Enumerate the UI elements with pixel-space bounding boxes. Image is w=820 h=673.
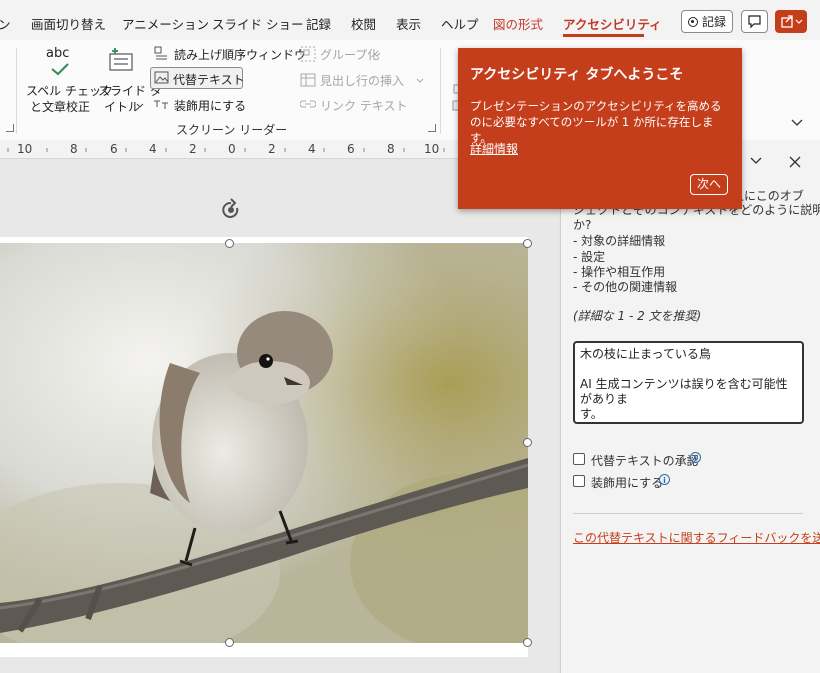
ruler-label: 6 xyxy=(110,142,118,156)
screen-reader-group-label: スクリーン リーダー xyxy=(176,123,288,137)
tab-slideshow[interactable]: スライド ショー xyxy=(212,14,303,33)
tab-view[interactable]: 表示 xyxy=(396,14,421,33)
link-text-button: リンク テキスト xyxy=(300,95,407,115)
reading-order-icon xyxy=(154,46,167,60)
group-label: グループ化 xyxy=(320,48,380,62)
share-button[interactable] xyxy=(775,10,807,33)
tab-picture-format[interactable]: 図の形式 xyxy=(493,14,543,33)
pane-bullet: - その他の関連情報 xyxy=(573,280,678,294)
share-icon xyxy=(781,15,803,28)
next-button[interactable]: 次へ xyxy=(690,174,728,195)
alt-text-label: 代替テキスト xyxy=(173,73,245,87)
slide-title-label-2: イトル xyxy=(104,100,141,114)
header-row-label: 見出し行の挿入 xyxy=(320,74,405,88)
ribbon-separator xyxy=(16,48,17,134)
decorative-button[interactable]: 装飾用にする xyxy=(153,95,253,115)
checkmark-icon xyxy=(51,63,69,76)
ruler-label: 4 xyxy=(308,142,316,156)
spell-check-icon: abc xyxy=(46,46,70,61)
ruler-label: 2 xyxy=(268,142,276,156)
ruler-label: 10 xyxy=(424,142,440,156)
record-button[interactable]: 記録 xyxy=(681,10,733,33)
resize-handle-bottom[interactable] xyxy=(225,638,234,647)
alt-text-icon xyxy=(154,71,169,84)
chevron-down-icon[interactable] xyxy=(750,157,762,165)
ruler-label: 4 xyxy=(149,142,157,156)
spell-check-label-2: と文章校正 xyxy=(30,100,91,114)
group-button: グループ化 xyxy=(300,44,390,64)
ruler-label: 10 xyxy=(17,142,33,156)
alt-text-button[interactable]: 代替テキスト xyxy=(150,67,245,89)
alt-text-value-line-2: AI 生成コンテンツは誤りを含む可能性がありま xyxy=(580,377,788,406)
feedback-link[interactable]: この代替テキストに関するフィードバックを送信する xyxy=(573,529,820,546)
tab-partial[interactable]: ン xyxy=(0,14,11,33)
spell-check-button[interactable]: abc スペル チェック と文章校正 xyxy=(24,44,113,114)
table-header-icon xyxy=(300,73,316,87)
ruler-label: 8 xyxy=(387,142,395,156)
tab-animations[interactable]: アニメーション xyxy=(122,14,209,33)
record-icon xyxy=(688,16,698,27)
active-tab-indicator xyxy=(563,34,644,37)
record-button-label: 記録 xyxy=(702,15,727,29)
slide-title-button[interactable]: スライド タ イトル xyxy=(96,44,162,114)
reading-order-label: 読み上げ順序ウィンドウ xyxy=(174,48,307,62)
slide-title-icon xyxy=(109,48,133,71)
close-icon[interactable] xyxy=(789,156,801,168)
pane-bullet: - 対象の詳細情報 xyxy=(573,234,666,248)
resize-handle-top-right[interactable] xyxy=(523,239,532,248)
tab-review[interactable]: 校閲 xyxy=(351,14,376,33)
accessibility-teaching-callout: アクセシビリティ タブへようこそ プレゼンテーションのアクセシビリティを高めるの… xyxy=(458,48,742,209)
resize-handle-bottom-right[interactable] xyxy=(523,638,532,647)
ruler-label: 8 xyxy=(70,142,78,156)
approve-alt-text-label: 代替テキストの承認 xyxy=(591,454,699,468)
tab-accessibility[interactable]: アクセシビリティ xyxy=(563,14,662,33)
link-text-label: リンク テキスト xyxy=(320,99,408,113)
callout-title: アクセシビリティ タブへようこそ xyxy=(470,67,684,83)
comment-icon xyxy=(748,15,761,29)
pane-intro-line-3: か? xyxy=(573,218,592,232)
pane-divider xyxy=(573,513,803,514)
bird-photo[interactable] xyxy=(0,243,528,643)
ribbon-tab-bar: ン 画面切り替え アニメーション スライド ショー 記録 校閲 表示 ヘルプ 図… xyxy=(0,0,820,40)
callout-body: プレゼンテーションのアクセシビリティを高めるのに必要なすべてのツールが 1 か所… xyxy=(470,99,722,145)
ribbon-separator xyxy=(440,48,441,134)
approve-alt-text-checkbox[interactable] xyxy=(573,453,585,465)
header-row-button: 見出し行の挿入 xyxy=(300,70,430,90)
dialog-launcher-icon[interactable] xyxy=(6,124,14,132)
alt-text-value-line-3: す。 xyxy=(580,407,603,421)
chevron-down-icon xyxy=(373,52,381,57)
tab-help[interactable]: ヘルプ xyxy=(441,14,479,33)
tab-transitions[interactable]: 画面切り替え xyxy=(31,14,106,33)
collapse-ribbon-icon[interactable] xyxy=(791,119,803,127)
pane-recommend: (詳細な 1 - 2 文を推奨) xyxy=(573,309,702,323)
mark-decorative-checkbox[interactable] xyxy=(573,475,585,487)
alt-text-input[interactable]: 木の枝に止まっている鳥 AI 生成コンテンツは誤りを含む可能性がありま す。 xyxy=(573,341,804,424)
tab-record[interactable]: 記録 xyxy=(306,14,331,33)
ruler-label: 2 xyxy=(189,142,197,156)
dialog-launcher-icon[interactable] xyxy=(428,124,436,132)
decorative-label: 装飾用にする xyxy=(174,99,247,113)
group-icon xyxy=(300,46,316,62)
learn-more-link[interactable]: 詳細情報 xyxy=(470,140,518,157)
chevron-down-icon xyxy=(416,78,424,83)
comments-button[interactable] xyxy=(741,10,768,33)
mark-decorative-label: 装飾用にする xyxy=(591,476,664,490)
alt-text-value-line-1: 木の枝に止まっている鳥 xyxy=(580,347,711,361)
ruler-label: 6 xyxy=(347,142,355,156)
info-icon[interactable]: i xyxy=(659,474,670,485)
reading-order-button[interactable]: 読み上げ順序ウィンドウ xyxy=(153,44,306,64)
resize-handle-right[interactable] xyxy=(523,438,532,447)
chevron-down-icon xyxy=(136,103,144,108)
decorative-icon xyxy=(154,100,168,109)
link-icon xyxy=(300,100,316,108)
ruler-label: 0 xyxy=(228,142,236,156)
resize-handle-top[interactable] xyxy=(225,239,234,248)
rotate-handle-icon[interactable] xyxy=(219,198,243,222)
info-icon[interactable]: i xyxy=(690,452,701,463)
